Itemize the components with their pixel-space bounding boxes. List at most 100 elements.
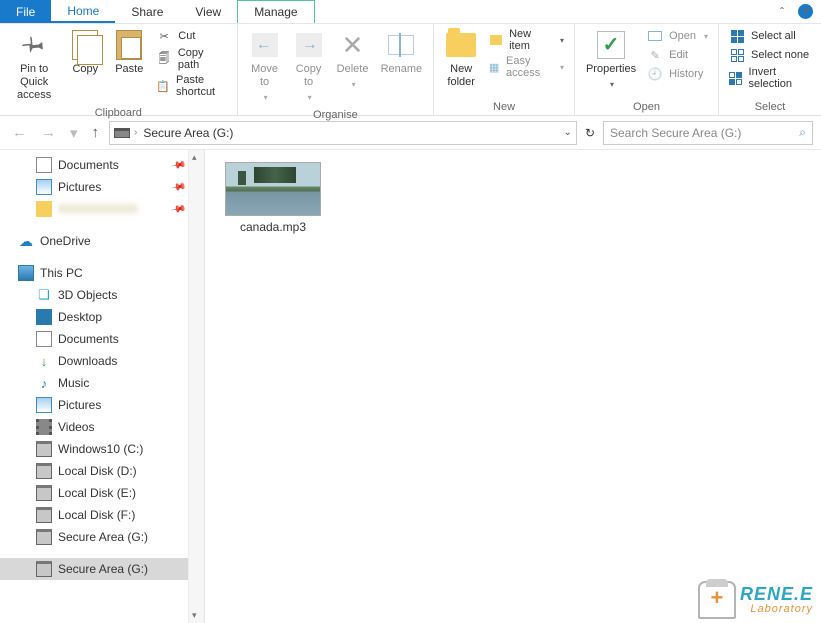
tree-item[interactable]: Secure Area (G:) bbox=[0, 558, 188, 580]
properties-icon: ✓ bbox=[597, 29, 625, 61]
nav-back-button[interactable]: ← bbox=[8, 124, 31, 141]
tree-item-label: OneDrive bbox=[40, 234, 91, 248]
tab-view[interactable]: View bbox=[179, 0, 237, 23]
dl-icon bbox=[36, 353, 52, 369]
tree-item[interactable]: Music bbox=[0, 372, 188, 394]
ribbon-group-clipboard: Pin to Quick access Copy Paste Cut Copy … bbox=[0, 24, 238, 115]
obj3d-icon bbox=[36, 287, 52, 303]
doc-icon bbox=[36, 331, 52, 347]
select-none-icon bbox=[729, 47, 745, 63]
cut-button[interactable]: Cut bbox=[152, 27, 230, 45]
tree-item[interactable]: Local Disk (D:) bbox=[0, 460, 188, 482]
tree-item-label: Secure Area (G:) bbox=[58, 562, 148, 576]
nav-recent-button[interactable]: ▾ bbox=[66, 124, 82, 142]
tree-item[interactable]: 3D Objects bbox=[0, 284, 188, 306]
vid-icon bbox=[36, 419, 52, 435]
edit-button[interactable]: Edit bbox=[643, 46, 712, 64]
ribbon-group-label: Clipboard bbox=[6, 105, 231, 120]
ribbon-group-organise: Move to Copy to ✕ Delete Rename Organise bbox=[238, 24, 435, 115]
file-name: canada.mp3 bbox=[240, 220, 306, 234]
address-box[interactable]: › Secure Area (G:) ⌄ bbox=[109, 121, 577, 145]
tree-item[interactable]: Desktop bbox=[0, 306, 188, 328]
properties-button[interactable]: ✓ Properties bbox=[581, 27, 641, 93]
content: Documents 📌 Pictures 📌 XXXXXXXXXX 📌 OneDrive Th… bbox=[0, 150, 821, 623]
history-button[interactable]: History bbox=[643, 65, 712, 83]
paste-shortcut-button[interactable]: Paste shortcut bbox=[152, 73, 230, 99]
pin-icon: 📌 bbox=[170, 157, 187, 173]
nav-up-button[interactable]: ↑ bbox=[88, 124, 104, 141]
navigation-tree: Documents 📌 Pictures 📌 XXXXXXXXXX 📌 OneDrive Th… bbox=[0, 150, 205, 623]
select-none-button[interactable]: Select none bbox=[725, 46, 815, 64]
drive-icon bbox=[36, 485, 52, 501]
help-icon[interactable]: ? bbox=[798, 4, 813, 19]
watermark-line2: Laboratory bbox=[740, 603, 813, 615]
search-placeholder: Search Secure Area (G:) bbox=[610, 126, 741, 140]
file-list[interactable]: canada.mp3 RENE.E Laboratory bbox=[205, 150, 821, 623]
delete-button[interactable]: ✕ Delete bbox=[332, 27, 374, 93]
select-all-button[interactable]: Select all bbox=[725, 27, 815, 45]
paste-shortcut-icon bbox=[156, 78, 170, 94]
rename-button[interactable]: Rename bbox=[376, 27, 428, 78]
search-box[interactable]: Search Secure Area (G:) ⌕ bbox=[603, 121, 813, 145]
address-dropdown-icon[interactable]: ⌄ bbox=[564, 127, 572, 138]
breadcrumb-sep[interactable]: › bbox=[134, 127, 137, 138]
tree-item[interactable]: Videos bbox=[0, 416, 188, 438]
file-item[interactable]: canada.mp3 bbox=[223, 162, 323, 234]
ribbon-group-label: Organise bbox=[244, 107, 428, 122]
tree-item[interactable]: This PC bbox=[0, 262, 188, 284]
tree-item[interactable]: Local Disk (E:) bbox=[0, 482, 188, 504]
tab-manage[interactable]: Manage bbox=[237, 0, 314, 23]
tree-item[interactable]: Secure Area (G:) bbox=[0, 526, 188, 548]
ribbon-collapse-icon[interactable]: ˆ bbox=[780, 5, 784, 19]
move-to-button[interactable]: Move to bbox=[244, 27, 286, 107]
drive-icon bbox=[36, 463, 52, 479]
ribbon-group-open: ✓ Properties Open Edit History Open bbox=[575, 24, 719, 115]
tree-item[interactable]: Downloads bbox=[0, 350, 188, 372]
sidebar-scrollbar[interactable] bbox=[188, 150, 204, 623]
easy-access-button[interactable]: Easy access bbox=[484, 54, 568, 80]
new-folder-icon bbox=[446, 29, 476, 61]
breadcrumb[interactable]: Secure Area (G:) bbox=[141, 126, 235, 140]
watermark-line1: RENE.E bbox=[740, 585, 813, 603]
tab-home[interactable]: Home bbox=[51, 0, 115, 23]
open-button[interactable]: Open bbox=[643, 27, 712, 45]
tree-item[interactable]: Local Disk (F:) bbox=[0, 504, 188, 526]
pic-icon bbox=[36, 179, 52, 195]
tree-item[interactable]: OneDrive bbox=[0, 230, 188, 252]
refresh-button[interactable]: ↻ bbox=[583, 126, 597, 140]
tree-item[interactable]: Windows10 (C:) bbox=[0, 438, 188, 460]
watermark: RENE.E Laboratory bbox=[698, 581, 813, 619]
new-item-button[interactable]: New item bbox=[484, 27, 568, 53]
nav-forward-button[interactable]: → bbox=[37, 124, 60, 141]
paste-button[interactable]: Paste bbox=[108, 27, 150, 78]
tree-item-label: Documents bbox=[58, 158, 119, 172]
tab-file[interactable]: File bbox=[0, 0, 51, 23]
tree-item-label: Pictures bbox=[58, 180, 101, 194]
address-bar: ← → ▾ ↑ › Secure Area (G:) ⌄ ↻ Search Se… bbox=[0, 116, 821, 150]
history-icon bbox=[647, 66, 663, 82]
tree-item[interactable]: Documents bbox=[0, 328, 188, 350]
tree-item[interactable]: Pictures bbox=[0, 394, 188, 416]
pic-icon bbox=[36, 397, 52, 413]
tree-item-label: Documents bbox=[58, 332, 119, 346]
tab-share[interactable]: Share bbox=[115, 0, 179, 23]
ribbon-group-select: Select all Select none Invert selection … bbox=[719, 24, 821, 115]
pin-to-quick-access-button[interactable]: Pin to Quick access bbox=[6, 27, 62, 105]
ribbon-group-label: New bbox=[440, 99, 568, 114]
tree-item[interactable]: XXXXXXXXXX 📌 bbox=[0, 198, 188, 220]
copy-to-button[interactable]: Copy to bbox=[288, 27, 330, 107]
tab-strip: File Home Share View Manage ˆ ? bbox=[0, 0, 821, 24]
tree-item-label: Desktop bbox=[58, 310, 102, 324]
invert-selection-button[interactable]: Invert selection bbox=[725, 65, 815, 91]
pin-icon: 📌 bbox=[170, 179, 187, 195]
ribbon: Pin to Quick access Copy Paste Cut Copy … bbox=[0, 24, 821, 116]
ribbon-group-label: Open bbox=[581, 99, 712, 114]
tree-item[interactable]: Pictures 📌 bbox=[0, 176, 188, 198]
pin-icon: 📌 bbox=[170, 201, 187, 217]
tree-item[interactable]: Documents 📌 bbox=[0, 154, 188, 176]
tree-item-label: Pictures bbox=[58, 398, 101, 412]
tree-item-label: XXXXXXXXXX bbox=[58, 202, 138, 216]
copy-path-button[interactable]: Copy path bbox=[152, 46, 230, 72]
new-folder-button[interactable]: New folder bbox=[440, 27, 482, 91]
copy-button[interactable]: Copy bbox=[64, 27, 106, 78]
